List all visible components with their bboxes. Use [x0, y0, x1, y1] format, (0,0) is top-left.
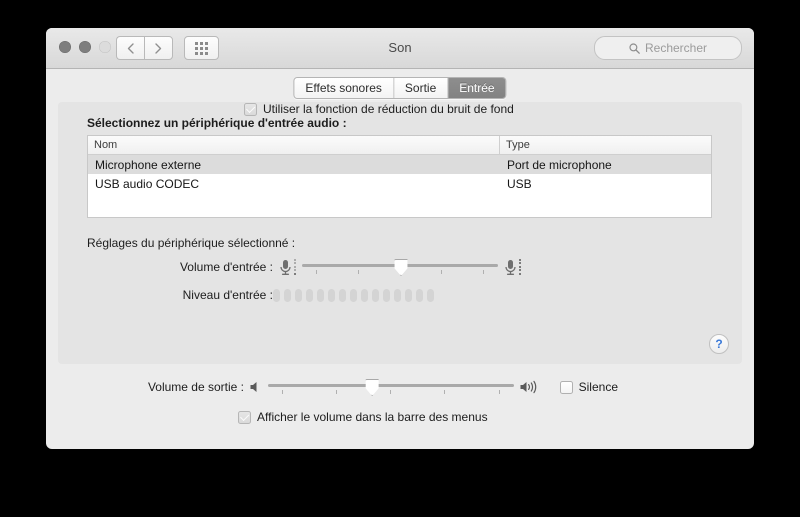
help-button[interactable]: ? [709, 334, 729, 354]
input-volume-label: Volume d'entrée : [179, 260, 273, 274]
column-header-type[interactable]: Type [500, 136, 711, 154]
mute-control: Silence [559, 380, 618, 394]
window-titlebar: Son Rechercher [46, 28, 754, 69]
noise-reduction-row: Utiliser la fonction de réduction du bru… [58, 102, 742, 116]
device-section-label: Sélectionnez un périphérique d'entrée au… [87, 116, 347, 130]
show-volume-menubar-row: Afficher le volume dans la barre des men… [58, 410, 488, 424]
level-segment [383, 288, 390, 302]
mic-level-dots-high [519, 258, 521, 276]
level-segment [339, 288, 346, 302]
tab-output[interactable]: Sortie [393, 78, 449, 98]
sound-preferences-window: Son Rechercher Effets sonores Sortie Ent… [46, 28, 754, 449]
level-segment [372, 288, 379, 302]
device-name: Microphone externe [95, 157, 202, 172]
level-segment [273, 288, 280, 302]
search-field[interactable]: Rechercher [594, 36, 742, 60]
level-segment [317, 288, 324, 302]
level-segment [284, 288, 291, 302]
speaker-low-icon [249, 380, 263, 394]
level-segment [416, 288, 423, 302]
microphone-low-icon [279, 258, 296, 276]
search-icon [629, 42, 640, 54]
device-type: Port de microphone [507, 157, 612, 172]
input-level-row: Niveau d'entrée : [87, 288, 527, 302]
mic-level-dots-low [294, 258, 296, 276]
input-level-label: Niveau d'entrée : [182, 288, 273, 302]
table-row[interactable]: Microphone externe Port de microphone [88, 155, 711, 174]
output-volume-label: Volume de sortie : [147, 380, 244, 394]
slider-track [268, 384, 514, 387]
table-header-row: Nom Type [88, 136, 711, 155]
level-segment [427, 288, 434, 302]
settings-section-label: Réglages du périphérique sélectionné : [87, 236, 296, 250]
device-name: USB audio CODEC [95, 176, 200, 191]
output-volume-slider[interactable] [268, 378, 514, 396]
output-volume-row: Volume de sortie : Silence [58, 378, 618, 396]
speaker-high-icon [519, 380, 543, 394]
level-segment [405, 288, 412, 302]
level-segment [295, 288, 302, 302]
noise-reduction-checkbox[interactable] [244, 102, 257, 116]
tab-sound-effects[interactable]: Effets sonores [294, 78, 394, 98]
input-device-table[interactable]: Nom Type Microphone externe Port de micr… [87, 135, 712, 218]
column-header-name[interactable]: Nom [88, 136, 500, 154]
show-volume-menubar-label: Afficher le volume dans la barre des men… [257, 410, 488, 424]
tab-input[interactable]: Entrée [448, 78, 506, 98]
search-placeholder: Rechercher [644, 41, 708, 55]
level-segment [350, 288, 357, 302]
mute-label: Silence [578, 380, 618, 394]
microphone-high-icon [504, 258, 521, 276]
input-level-meter [273, 288, 434, 302]
noise-reduction-label: Utiliser la fonction de réduction du bru… [263, 102, 514, 116]
mute-checkbox[interactable] [559, 380, 573, 394]
level-segment [306, 288, 313, 302]
level-segment [394, 288, 401, 302]
table-row[interactable]: USB audio CODEC USB [88, 174, 711, 193]
tab-bar-area: Effets sonores Sortie Entrée [46, 69, 754, 101]
device-type: USB [507, 176, 532, 191]
slider-ticks [268, 390, 514, 394]
tab-bar: Effets sonores Sortie Entrée [293, 77, 507, 99]
input-volume-slider[interactable] [302, 258, 498, 276]
show-volume-menubar-checkbox[interactable] [238, 410, 251, 424]
input-volume-row: Volume d'entrée : [87, 258, 527, 276]
input-settings-panel: Sélectionnez un périphérique d'entrée au… [58, 102, 742, 364]
desktop-background: Son Rechercher Effets sonores Sortie Ent… [0, 0, 800, 517]
level-segment [361, 288, 368, 302]
level-segment [328, 288, 335, 302]
